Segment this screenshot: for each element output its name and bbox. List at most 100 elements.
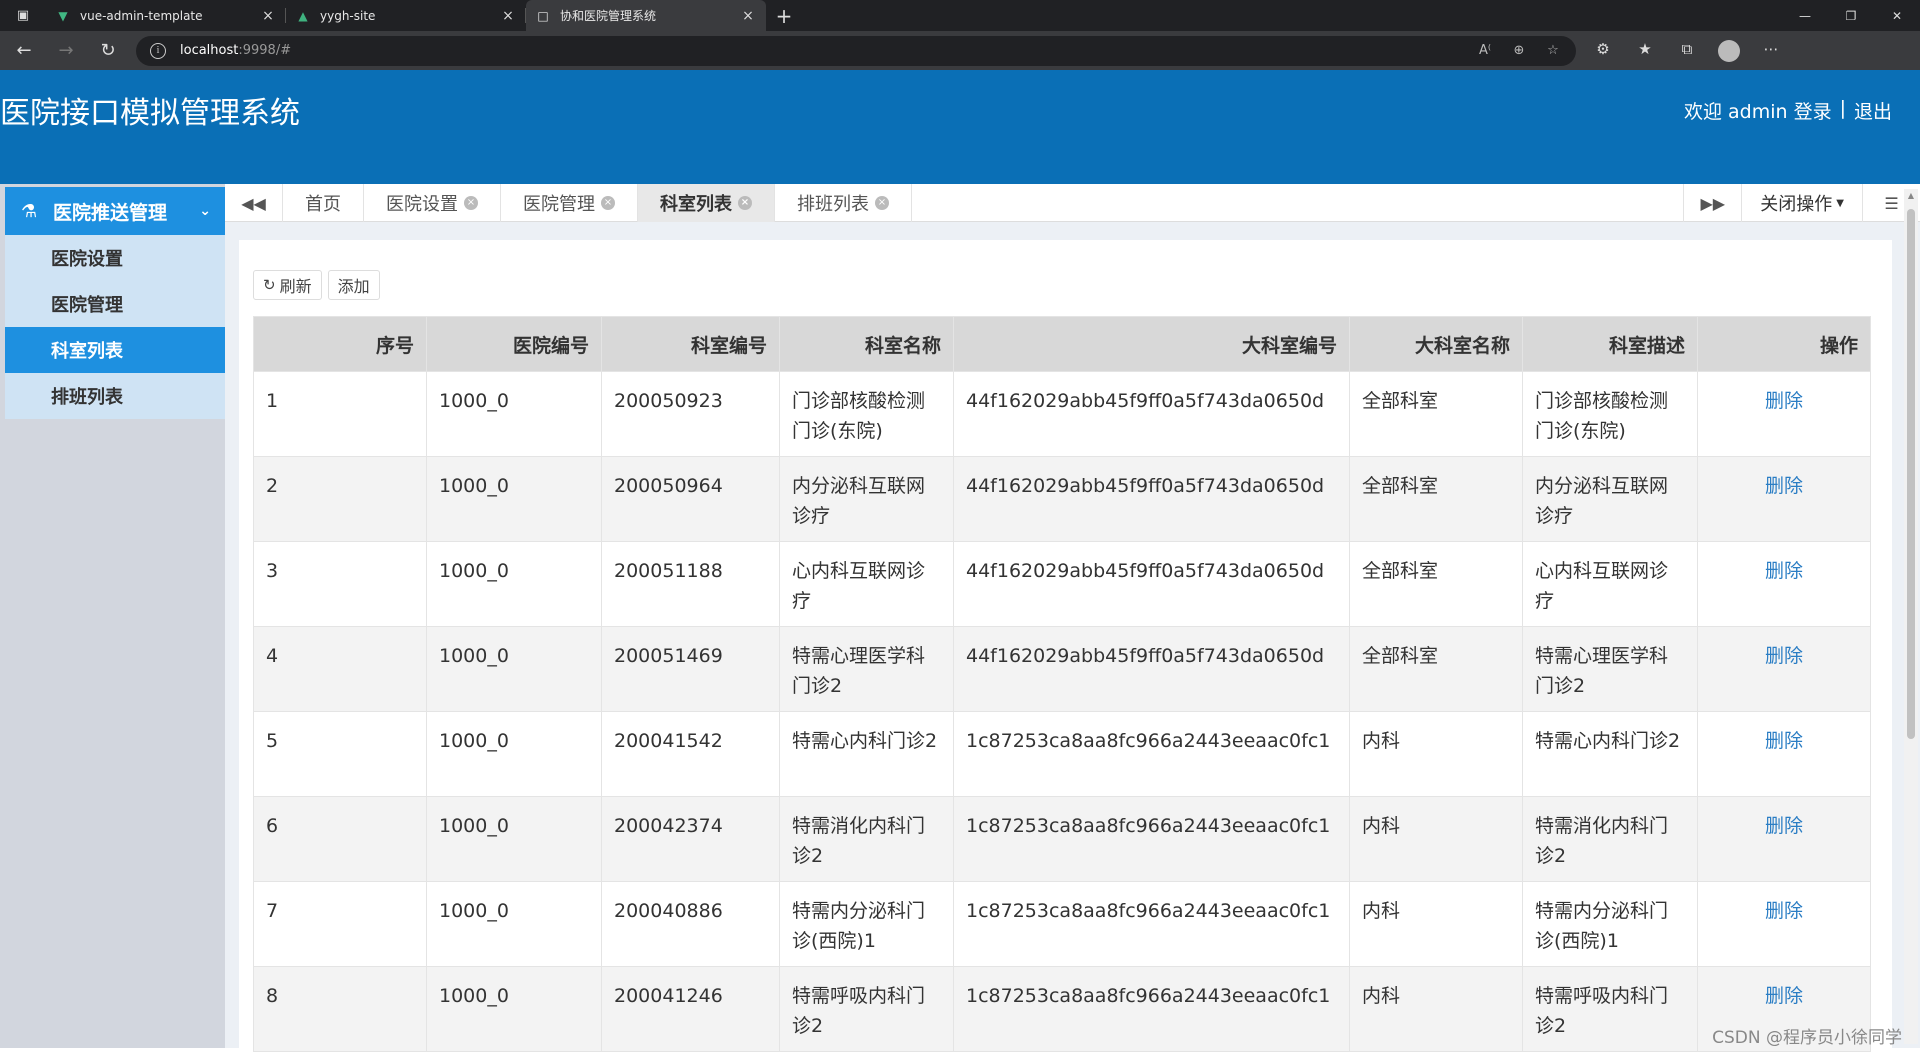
close-window-icon[interactable]: ✕ xyxy=(1874,0,1920,31)
restore-icon[interactable]: ❐ xyxy=(1828,0,1874,31)
tab-home[interactable]: 首页 xyxy=(283,184,364,222)
user-area: 欢迎 admin 登录 | 退出 xyxy=(1684,97,1892,124)
table-row: 1 1000_0 200050923 门诊部核酸检测门诊(东院) 44f162029ab… xyxy=(253,371,1871,457)
new-tab-button[interactable]: + xyxy=(766,0,802,31)
cell-operation: 删除 xyxy=(1697,456,1871,542)
cell-hoscode: 1000_0 xyxy=(426,371,602,457)
cell-operation: 删除 xyxy=(1697,881,1871,967)
cell-bigcode: 1c87253ca8aa8fc966a2443eeaac0fc1 xyxy=(953,711,1350,797)
cell-no: 1 xyxy=(253,371,427,457)
delete-link[interactable]: 删除 xyxy=(1765,560,1803,582)
info-icon[interactable]: i xyxy=(150,42,166,59)
close-ops-label: 关闭操作 xyxy=(1760,194,1833,215)
column-header: 科室名称 xyxy=(779,316,954,372)
page-scrollbar[interactable]: ▲ xyxy=(1904,189,1918,1044)
cell-depcode: 200041246 xyxy=(601,966,780,1052)
cell-depcode: 200051469 xyxy=(601,626,780,712)
tab-hospital-settings[interactable]: 医院设置 × xyxy=(364,184,501,222)
cell-depcode: 200040886 xyxy=(601,881,780,967)
close-icon[interactable]: × xyxy=(500,8,516,24)
delete-link[interactable]: 删除 xyxy=(1765,645,1803,667)
tab-actions-icon[interactable]: ▣ xyxy=(0,0,46,31)
delete-link[interactable]: 删除 xyxy=(1765,900,1803,922)
cell-depcode: 200051188 xyxy=(601,541,780,627)
browser-tab-strip: ▣ ▼ vue-admin-template × ▲ yygh-site × □… xyxy=(0,0,1920,31)
cell-depname: 内分泌科互联网诊疗 xyxy=(779,456,954,542)
browser-tab-yygh-site[interactable]: ▲ yygh-site × xyxy=(286,0,526,31)
scroll-left-icon[interactable]: ◀◀ xyxy=(225,184,283,222)
scrollbar-thumb[interactable] xyxy=(1907,209,1915,739)
more-icon[interactable]: ⋯ xyxy=(1750,40,1792,62)
cell-operation: 删除 xyxy=(1697,541,1871,627)
tab-label: 医院设置 xyxy=(386,194,458,215)
scroll-up-icon[interactable]: ▲ xyxy=(1904,189,1918,203)
sidebar-group-hospital-push[interactable]: ⚗ 医院推送管理 ⌄ xyxy=(5,187,225,235)
table-row: 3 1000_0 200051188 心内科互联网诊疗 44f162029abb45f9… xyxy=(253,541,1871,627)
favorite-add-icon[interactable]: ☆ xyxy=(1536,43,1570,58)
minimize-icon[interactable]: — xyxy=(1782,0,1828,31)
close-icon[interactable]: × xyxy=(464,196,478,210)
sidebar-item-department-list[interactable]: 科室列表 xyxy=(5,327,225,373)
logout-link[interactable]: 退出 xyxy=(1854,97,1892,124)
browser-tab-title: yygh-site xyxy=(320,8,376,23)
zoom-icon[interactable]: ⊕ xyxy=(1502,43,1536,58)
tab-department-list[interactable]: 科室列表 × xyxy=(638,184,775,222)
cell-depname: 门诊部核酸检测门诊(东院) xyxy=(779,371,954,457)
cell-operation: 删除 xyxy=(1697,796,1871,882)
sidebar-item-hospital-settings[interactable]: 医院设置 xyxy=(5,235,225,281)
cell-no: 8 xyxy=(253,966,427,1052)
cell-bigcode: 1c87253ca8aa8fc966a2443eeaac0fc1 xyxy=(953,796,1350,882)
refresh-button[interactable]: ↻ 刷新 xyxy=(253,270,322,300)
delete-link[interactable]: 删除 xyxy=(1765,475,1803,497)
close-icon[interactable]: × xyxy=(738,196,752,210)
close-icon[interactable]: × xyxy=(740,8,756,24)
profile-avatar[interactable] xyxy=(1718,39,1740,62)
close-operations-dropdown[interactable]: 关闭操作 ▼ xyxy=(1741,184,1862,222)
scroll-right-icon[interactable]: ▶▶ xyxy=(1683,184,1741,222)
extensions-icon[interactable]: ⚙ xyxy=(1582,40,1624,62)
url-field[interactable]: i localhost :9998/# A⁽ ⊕ ☆ xyxy=(136,35,1576,66)
sidebar-item-hospital-management[interactable]: 医院管理 xyxy=(5,281,225,327)
browser-tab-title: 协和医院管理系统 xyxy=(560,9,657,23)
cell-hoscode: 1000_0 xyxy=(426,881,602,967)
tab-schedule-list[interactable]: 排班列表 × xyxy=(775,184,912,222)
browser-tab-vue-admin[interactable]: ▼ vue-admin-template × xyxy=(46,0,286,31)
cell-no: 7 xyxy=(253,881,427,967)
sidebar-item-schedule-list[interactable]: 排班列表 xyxy=(5,373,225,419)
delete-link[interactable]: 删除 xyxy=(1765,815,1803,837)
browser-tab-title: vue-admin-template xyxy=(80,8,203,23)
cell-depcode: 200041542 xyxy=(601,711,780,797)
close-icon[interactable]: × xyxy=(601,196,615,210)
cell-no: 3 xyxy=(253,541,427,627)
close-icon[interactable]: × xyxy=(260,8,276,24)
read-aloud-icon[interactable]: A⁽ xyxy=(1468,43,1502,58)
table-row: 2 1000_0 200050964 内分泌科互联网诊疗 44f162029abb45f… xyxy=(253,456,1871,542)
cell-bigname: 全部科室 xyxy=(1349,371,1523,457)
tab-hospital-management[interactable]: 医院管理 × xyxy=(501,184,638,222)
column-header: 序号 xyxy=(253,316,427,372)
back-icon[interactable]: ← xyxy=(6,33,42,69)
delete-link[interactable]: 删除 xyxy=(1765,730,1803,752)
reload-icon[interactable]: ↻ xyxy=(90,33,126,69)
cell-intro: 特需内分泌科门诊(西院)1 xyxy=(1522,881,1698,967)
forward-icon[interactable]: → xyxy=(48,33,84,69)
cell-no: 2 xyxy=(253,456,427,542)
browser-tab-hospital[interactable]: □ 协和医院管理系统 × xyxy=(526,0,766,31)
cell-bigname: 全部科室 xyxy=(1349,456,1523,542)
main-content: ◀◀ 首页 医院设置 × 医院管理 × 科室列表 × 排班列表 × ▶▶ 关闭操… xyxy=(225,184,1920,1052)
close-icon[interactable]: × xyxy=(875,196,889,210)
sidebar-item-label: 医院设置 xyxy=(51,249,123,270)
page-tabs-bar: ◀◀ 首页 医院设置 × 医院管理 × 科室列表 × 排班列表 × ▶▶ 关闭操… xyxy=(225,184,1920,222)
cell-intro: 门诊部核酸检测门诊(东院) xyxy=(1522,371,1698,457)
delete-link[interactable]: 删除 xyxy=(1765,985,1803,1007)
cell-operation: 删除 xyxy=(1697,371,1871,457)
add-button[interactable]: 添加 xyxy=(327,270,380,300)
favorites-icon[interactable]: ★ xyxy=(1624,40,1666,62)
watermark: CSDN @程序员小徐同学 xyxy=(1712,1028,1902,1048)
collections-icon[interactable]: ⧉ xyxy=(1666,40,1708,62)
url-host: localhost xyxy=(180,43,239,58)
cell-hoscode: 1000_0 xyxy=(426,541,602,627)
table-row: 6 1000_0 200042374 特需消化内科门诊2 1c87253ca8aa8fc… xyxy=(253,796,1871,882)
delete-link[interactable]: 删除 xyxy=(1765,390,1803,412)
refresh-label: 刷新 xyxy=(279,277,312,296)
